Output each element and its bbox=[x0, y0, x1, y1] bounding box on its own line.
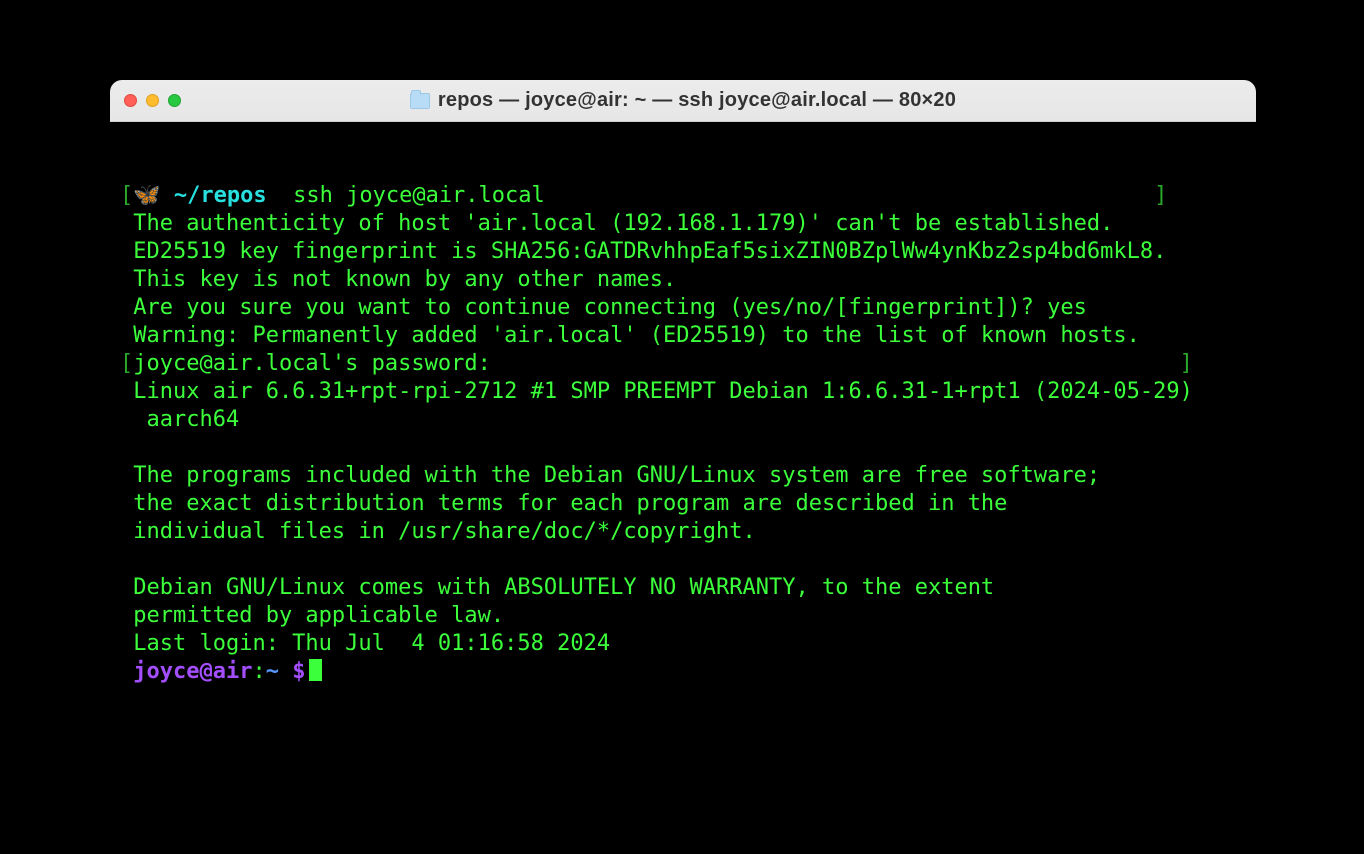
term-line: The authenticity of host 'air.local (192… bbox=[120, 211, 1113, 236]
pw-rbracket: ] bbox=[1180, 351, 1193, 376]
butterfly-icon: 🦋 bbox=[133, 183, 160, 208]
term-line: individual files in /usr/share/doc/*/cop… bbox=[120, 519, 756, 544]
cursor[interactable] bbox=[309, 659, 322, 681]
term-line: ED25519 key fingerprint is SHA256:GATDRv… bbox=[120, 239, 1166, 264]
password-prompt: joyce@air.local's password: bbox=[133, 351, 491, 376]
titlebar[interactable]: repos — joyce@air: ~ — ssh joyce@air.loc… bbox=[110, 80, 1256, 122]
window-title: repos — joyce@air: ~ — ssh joyce@air.loc… bbox=[438, 89, 956, 112]
prompt-pad bbox=[545, 183, 1154, 208]
pw-pad bbox=[491, 351, 1180, 376]
term-line: permitted by applicable law. bbox=[120, 603, 504, 628]
minimize-button[interactable] bbox=[146, 94, 159, 107]
term-line: Last login: Thu Jul 4 01:16:58 2024 bbox=[120, 631, 610, 656]
prompt-cwd: ~/repos bbox=[161, 183, 280, 208]
term-line: Warning: Permanently added 'air.local' (… bbox=[120, 323, 1140, 348]
remote-sp bbox=[279, 659, 292, 684]
term-line: the exact distribution terms for each pr… bbox=[120, 491, 1007, 516]
term-line: aarch64 bbox=[120, 407, 239, 432]
remote-dollar: $ bbox=[292, 659, 305, 684]
close-button[interactable] bbox=[124, 94, 137, 107]
folder-icon bbox=[410, 93, 430, 109]
remote-colon: : bbox=[252, 659, 265, 684]
term-line: The programs included with the Debian GN… bbox=[120, 463, 1100, 488]
title-center: repos — joyce@air: ~ — ssh joyce@air.loc… bbox=[110, 89, 1256, 112]
prompt-rbracket: ] bbox=[1154, 183, 1167, 208]
prompt-lbracket: [ bbox=[120, 183, 133, 208]
pw-lbracket: [ bbox=[120, 351, 133, 376]
term-line: Are you sure you want to continue connec… bbox=[120, 295, 1087, 320]
term-line: Debian GNU/Linux comes with ABSOLUTELY N… bbox=[120, 575, 994, 600]
term-line: This key is not known by any other names… bbox=[120, 267, 676, 292]
zoom-button[interactable] bbox=[168, 94, 181, 107]
remote-cwd: ~ bbox=[266, 659, 279, 684]
remote-userhost: joyce@air bbox=[120, 659, 252, 684]
terminal-window: repos — joyce@air: ~ — ssh joyce@air.loc… bbox=[110, 80, 1256, 702]
term-line: Linux air 6.6.31+rpt-rpi-2712 #1 SMP PRE… bbox=[120, 379, 1193, 404]
ssh-command: ssh joyce@air.local bbox=[280, 183, 545, 208]
terminal-body[interactable]: [🦋 ~/repos ssh joyce@air.local ] The aut… bbox=[110, 122, 1256, 696]
traffic-lights bbox=[124, 94, 181, 107]
